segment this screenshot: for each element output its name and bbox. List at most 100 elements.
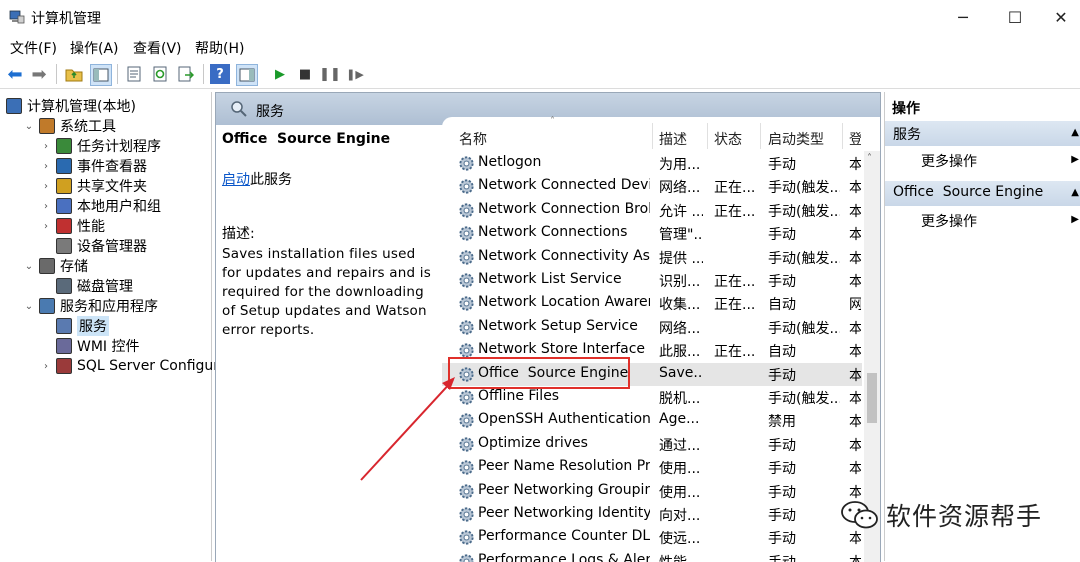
service-row[interactable]: OpenSSH Authentication ... Age... 禁用 本 <box>442 409 862 432</box>
start-service-icon[interactable]: ▶ <box>270 64 290 84</box>
close-button[interactable]: ✕ <box>1038 0 1080 34</box>
submenu-arrow-icon[interactable]: ▶ <box>1071 154 1079 165</box>
service-row[interactable]: Offline Files 脱机... 手动(触发... 本 <box>442 386 862 409</box>
start-service-suffix: 此服务 <box>250 172 292 188</box>
service-desc-cell: 使远... <box>659 531 701 548</box>
collapse-chevron-icon[interactable]: › <box>40 181 52 192</box>
search-services-icon <box>231 101 247 117</box>
column-divider[interactable] <box>760 123 761 149</box>
column-divider[interactable] <box>707 123 708 149</box>
service-row[interactable]: Optimize drives 通过... 手动 本 <box>442 433 862 456</box>
menu-file[interactable]: 文件(F) <box>10 38 57 58</box>
service-name-cell: Network Location Awarene... <box>478 294 650 311</box>
collapse-chevron-icon[interactable]: › <box>40 161 52 172</box>
menu-view[interactable]: 查看(V) <box>133 38 182 58</box>
submenu-arrow-icon[interactable]: ▶ <box>1071 214 1079 225</box>
show-action-pane-icon[interactable] <box>236 64 258 86</box>
tree-node[interactable]: › 任务计划程序 <box>40 136 161 156</box>
tree-node[interactable]: › 共享文件夹 <box>40 176 147 196</box>
collapse-chevron-icon[interactable]: › <box>40 361 52 372</box>
service-row[interactable]: Peer Name Resolution Pro... 使用... 手动 本 <box>442 456 862 479</box>
service-logon-cell: 本 <box>849 552 861 562</box>
actions-section-services[interactable]: 服务 ▲ <box>885 121 1080 146</box>
column-header-startup-type[interactable]: 启动类型 <box>768 129 824 149</box>
expand-chevron-icon[interactable]: ⌄ <box>23 121 35 132</box>
tree-node[interactable]: › 事件查看器 <box>40 156 147 176</box>
column-divider[interactable] <box>652 123 653 149</box>
service-startup-cell: 手动(触发... <box>768 180 840 197</box>
expand-chevron-icon[interactable]: ⌄ <box>23 301 35 312</box>
service-row[interactable]: Peer Networking Grouping使用...手动本 <box>442 480 862 503</box>
service-row[interactable]: Network Connected Devic... 网络... 正在... 手动(触… <box>442 175 862 198</box>
toolbar-separator <box>117 64 118 84</box>
annotation-arrow <box>360 377 455 481</box>
stop-service-icon[interactable]: ■ <box>295 64 315 84</box>
tree-node-label: 磁盘管理 <box>77 279 133 295</box>
service-desc-cell: 网络... <box>659 320 701 337</box>
service-row[interactable]: Peer Networking Identity ...向对...手动本 <box>442 503 862 526</box>
tree-node[interactable]: ⌄ 服务和应用程序 <box>23 296 158 316</box>
service-row[interactable]: Network Setup Service 网络... 手动(触发... 本 <box>442 316 862 339</box>
tree-node[interactable]: 服务 <box>40 316 109 336</box>
service-row[interactable]: Network Connection Broker 允许 ... 正在... 手动(触… <box>442 199 862 222</box>
menu-help[interactable]: 帮助(H) <box>195 38 244 58</box>
service-gear-icon <box>459 320 474 335</box>
service-startup-cell: 手动 <box>768 274 796 290</box>
scroll-up-icon[interactable]: ˄ <box>867 153 872 164</box>
tree-node[interactable]: › 性能 <box>40 216 105 236</box>
toolbar-separator <box>56 64 57 84</box>
properties-icon[interactable] <box>124 64 144 84</box>
more-actions-service[interactable]: 更多操作 <box>921 211 977 231</box>
column-header-description[interactable]: 描述 <box>659 129 687 149</box>
maximize-button[interactable]: ☐ <box>992 0 1038 34</box>
service-row[interactable]: Network Connections 管理"... 手动 本 <box>442 222 862 245</box>
menu-action[interactable]: 操作(A) <box>70 38 119 58</box>
service-name-cell: Network Connections <box>478 224 628 241</box>
column-header-logon[interactable]: 登 <box>849 129 861 149</box>
column-divider[interactable] <box>842 123 843 149</box>
service-gear-icon <box>459 507 474 522</box>
service-gear-icon <box>459 530 474 545</box>
export-list-icon[interactable] <box>176 64 196 84</box>
column-header-status[interactable]: 状态 <box>714 129 742 149</box>
services-header-title: 服务 <box>256 104 284 120</box>
collapse-arrow-icon[interactable]: ▲ <box>1071 127 1079 138</box>
service-row[interactable]: Network Connectivity Assis... 提供 ... 手动(触发… <box>442 246 862 269</box>
back-arrow-icon[interactable]: ⬅ <box>5 64 25 85</box>
column-header-name[interactable]: 名称 <box>459 129 487 149</box>
help-icon[interactable]: ? <box>210 64 230 84</box>
up-folder-icon[interactable] <box>64 64 84 84</box>
scrollbar-thumb[interactable] <box>867 373 877 423</box>
minimize-button[interactable]: ─ <box>940 0 986 34</box>
more-actions-services[interactable]: 更多操作 <box>921 151 977 171</box>
tree-node[interactable]: 设备管理器 <box>40 236 147 256</box>
pause-service-icon[interactable]: ❚❚ <box>319 64 341 84</box>
tree-node[interactable]: › SQL Server Configurati <box>40 356 237 376</box>
collapse-chevron-icon[interactable]: › <box>40 201 52 212</box>
service-desc-cell: 使用... <box>659 461 701 478</box>
service-row[interactable]: Netlogon 为用... 手动 本 <box>442 152 862 175</box>
expand-chevron-icon[interactable]: ⌄ <box>23 261 35 272</box>
service-gear-icon <box>459 273 474 288</box>
tree-node[interactable]: 计算机管理(本地) <box>6 96 136 116</box>
actions-section-selected-service[interactable]: Office Source Engine ▲ <box>885 181 1080 206</box>
start-service-link[interactable]: 启动 <box>222 172 250 188</box>
tree-node[interactable]: WMI 控件 <box>40 336 140 356</box>
collapse-arrow-icon[interactable]: ▲ <box>1071 187 1079 198</box>
service-row[interactable]: Performance Logs & Alerts 性能... 手动本 <box>442 550 862 562</box>
service-row[interactable]: Network Location Awarene... 收集... 正在... 自动 网 <box>442 292 862 315</box>
tree-node[interactable]: 磁盘管理 <box>40 276 133 296</box>
show-hide-console-tree-icon[interactable] <box>90 64 112 86</box>
tree-node[interactable]: › 本地用户和组 <box>40 196 161 216</box>
service-row[interactable]: Performance Counter DLL ...使远...手动本 <box>442 526 862 549</box>
forward-arrow-icon[interactable]: ➡ <box>29 64 49 85</box>
tree-node[interactable]: ⌄ 系统工具 <box>23 116 116 136</box>
collapse-chevron-icon[interactable]: › <box>40 141 52 152</box>
service-row[interactable]: Network List Service 识别... 正在... 手动 本 <box>442 269 862 292</box>
tree-node[interactable]: ⌄ 存储 <box>23 256 88 276</box>
refresh-icon[interactable] <box>150 64 170 84</box>
collapse-chevron-icon[interactable]: › <box>40 221 52 232</box>
actions-section-service-label: Office Source Engine <box>893 184 1044 200</box>
event-viewer-icon <box>56 158 72 174</box>
restart-service-icon[interactable]: ❚▶ <box>345 64 365 84</box>
